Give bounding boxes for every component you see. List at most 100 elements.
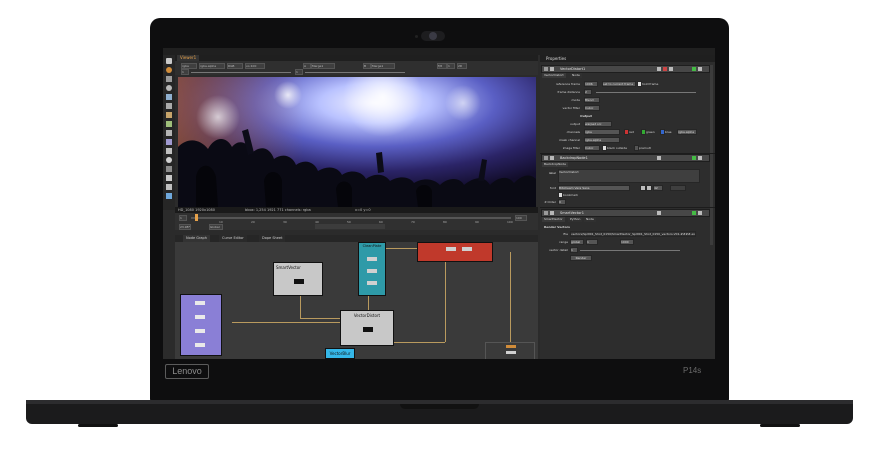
tab-curve-editor[interactable]: Curve Editor <box>219 235 247 242</box>
backdrop-node-red[interactable] <box>417 242 493 262</box>
font-size-field[interactable]: 42 <box>653 185 663 191</box>
italic-icon[interactable] <box>646 185 652 191</box>
help-icon[interactable] <box>657 156 661 160</box>
zorder-field[interactable]: 0 <box>558 199 566 205</box>
filter-tool-icon[interactable] <box>166 112 172 118</box>
float-icon[interactable] <box>692 156 696 160</box>
merge-tool-icon[interactable] <box>166 130 172 136</box>
frame-distance-field[interactable]: 2 <box>584 89 592 95</box>
tab-python[interactable]: Python <box>568 217 583 222</box>
node-vectorblur[interactable]: VectorBlur <box>325 348 355 359</box>
views-tool-icon[interactable] <box>166 157 172 163</box>
frame-field[interactable]: 1 <box>447 63 455 69</box>
tab-vectordistort[interactable]: VectorDistort <box>542 73 566 78</box>
gamma-field[interactable]: 1 <box>295 69 303 75</box>
backdrop-header[interactable]: BackdropNode1 <box>541 154 710 162</box>
float-icon[interactable] <box>692 211 696 215</box>
fps-field[interactable]: 23.98* <box>179 224 191 230</box>
colorspace-select[interactable]: RGB <box>227 63 243 69</box>
reference-frame-field[interactable]: 1006 <box>584 81 598 87</box>
set-current-frame-button[interactable]: set to current frame <box>602 81 636 87</box>
keyer-tool-icon[interactable] <box>166 121 172 127</box>
node-vectordistort[interactable]: VectorDistort <box>340 310 394 346</box>
other-tool-icon[interactable] <box>166 184 172 190</box>
timeline[interactable]: 1 10 20 30 40 50 60 70 80 90 100 100 23.98* Globa… <box>175 213 538 230</box>
node-smartvector[interactable]: SmartVector <box>273 262 323 296</box>
range-mode-select[interactable]: Global <box>209 224 223 230</box>
pointer-tool-icon[interactable] <box>166 58 172 64</box>
node-cleanplate[interactable]: CleanPlate <box>358 242 386 296</box>
tab-backdropnode[interactable]: BackdropNode <box>542 162 568 167</box>
timeline-start-field[interactable]: 1 <box>179 215 187 221</box>
node-graph[interactable]: SmartVector CleanPlate VectorDistort Vec… <box>175 242 538 359</box>
file-path-field[interactable]: vectors/Split01_Shot_0150/SmartVector_Sp… <box>570 231 696 237</box>
furnace-tool-icon[interactable] <box>166 193 172 199</box>
render-button[interactable]: Render <box>570 255 592 261</box>
viewer-image[interactable] <box>178 77 536 207</box>
channel-select[interactable]: rgba.alpha <box>199 63 225 69</box>
help-icon[interactable] <box>657 67 661 71</box>
mask-channel-select[interactable]: rgba.alpha <box>584 137 620 143</box>
proxy-select[interactable]: 2D <box>457 63 467 69</box>
label-textarea[interactable]: VectorDistort <box>558 169 700 183</box>
color-tool-icon[interactable] <box>166 103 172 109</box>
timeline-tick: 70 <box>411 220 415 224</box>
input-a-select[interactable]: Merge1 <box>311 63 335 69</box>
sv-subtabs: SmartVector Python Node <box>540 217 715 222</box>
font-color-button[interactable] <box>670 185 686 191</box>
transform-tool-icon[interactable] <box>166 139 172 145</box>
tab-vd-node[interactable]: Node <box>570 73 582 78</box>
vector-filter-select[interactable]: Cubic <box>584 105 600 111</box>
help-icon[interactable] <box>657 211 661 215</box>
tab-sv-node[interactable]: Node <box>584 217 596 222</box>
3d-tool-icon[interactable] <box>166 148 172 154</box>
alpha-channel-select[interactable]: rgba.alpha <box>677 129 697 135</box>
mode-select[interactable]: Blend <box>584 97 600 103</box>
draw-tool-icon[interactable] <box>166 76 172 82</box>
channel-tool-icon[interactable] <box>166 94 172 100</box>
render-vectors-heading: Render Vectors <box>544 225 570 229</box>
float-icon[interactable] <box>692 67 696 71</box>
wire <box>300 318 340 319</box>
fstop-select[interactable]: f/8 <box>437 63 447 69</box>
image-tool-icon[interactable] <box>166 67 172 73</box>
close-panel-icon[interactable] <box>698 67 702 71</box>
timeline-end-field[interactable]: 100 <box>515 215 527 221</box>
vector-detail-field[interactable]: 1 <box>570 247 578 253</box>
zoom-select[interactable]: vo:100 <box>245 63 265 69</box>
gain-field[interactable]: 1 <box>181 69 189 75</box>
tab-node-graph[interactable]: Node Graph <box>183 235 210 242</box>
collapse-icon[interactable] <box>544 67 548 71</box>
node-icon <box>550 156 554 160</box>
close-panel-icon[interactable] <box>698 156 702 160</box>
range-mode-field[interactable]: global <box>570 239 584 245</box>
close-panel-icon[interactable] <box>698 211 702 215</box>
vector-detail-slider[interactable] <box>580 250 680 251</box>
backdrop-node-purple[interactable] <box>180 294 222 356</box>
toolsets-tool-icon[interactable] <box>166 175 172 181</box>
smartvector-header[interactable]: SmartVector1 <box>541 209 710 217</box>
metadata-tool-icon[interactable] <box>166 166 172 172</box>
undo-icon[interactable] <box>669 67 673 71</box>
frame-distance-slider[interactable] <box>596 92 696 93</box>
range-start-field[interactable]: 1 <box>586 239 598 245</box>
input-b-select[interactable]: Merge1 <box>371 63 395 69</box>
node-cluster[interactable] <box>485 342 535 359</box>
tab-dope-sheet[interactable]: Dope Sheet <box>259 235 286 242</box>
timeline-track[interactable] <box>191 217 511 219</box>
gain-slider[interactable] <box>191 72 291 73</box>
collapse-icon[interactable] <box>544 211 548 215</box>
range-end-field[interactable]: 1000 <box>620 239 634 245</box>
vectordistort-header[interactable]: VectorDistort1 <box>541 65 710 73</box>
color-swatch-icon[interactable] <box>663 67 667 71</box>
time-tool-icon[interactable] <box>166 85 172 91</box>
font-select[interactable]: Bitstream Vera Sans <box>558 185 630 191</box>
gamma-slider[interactable] <box>305 72 405 73</box>
channels-select[interactable]: rgba <box>584 129 620 135</box>
tab-smartvector[interactable]: SmartVector <box>542 217 565 222</box>
image-filter-select[interactable]: Cubic <box>584 145 600 151</box>
output-select[interactable]: warped src <box>584 121 612 127</box>
collapse-icon[interactable] <box>544 156 548 160</box>
tab-properties[interactable]: Properties <box>546 55 566 62</box>
playback-controls[interactable] <box>315 224 385 229</box>
